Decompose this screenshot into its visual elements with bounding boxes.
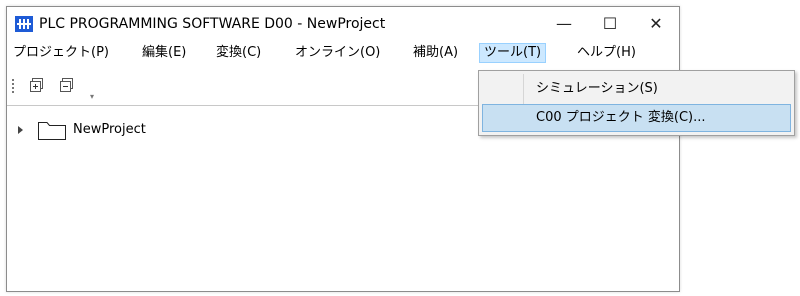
menu-convert[interactable]: 変換(C)	[212, 43, 265, 63]
toolbar-grip[interactable]	[12, 79, 14, 93]
menu-assist[interactable]: 補助(A)	[409, 43, 462, 63]
app-icon	[15, 16, 33, 32]
folder-icon	[37, 121, 67, 141]
menu-tools[interactable]: ツール(T)	[479, 43, 547, 63]
menu-help[interactable]: ヘルプ(H)	[573, 43, 640, 63]
minimize-button[interactable]: —	[541, 7, 587, 41]
menu-bar: プロジェクト(P) 編集(E) 変換(C) オンライン(O) 補助(A) ツール…	[7, 41, 679, 65]
expand-all-icon[interactable]	[29, 77, 45, 93]
menu-edit[interactable]: 編集(E)	[138, 43, 190, 63]
tools-dropdown-menu: シミュレーション(S) C00 プロジェクト 変換(C)...	[478, 70, 795, 136]
menu-item-c00-project-convert[interactable]: C00 プロジェクト 変換(C)...	[482, 104, 791, 132]
title-bar[interactable]: PLC PROGRAMMING SOFTWARE D00 - NewProjec…	[7, 7, 679, 41]
main-window: PLC PROGRAMMING SOFTWARE D00 - NewProjec…	[6, 6, 680, 292]
menu-online[interactable]: オンライン(O)	[291, 43, 384, 63]
expand-arrow-icon[interactable]	[18, 126, 23, 134]
window-title: PLC PROGRAMMING SOFTWARE D00 - NewProjec…	[39, 16, 386, 32]
close-button[interactable]: ✕	[633, 7, 679, 41]
toolbar-overflow-icon[interactable]: ▾	[90, 93, 94, 101]
collapse-all-icon[interactable]	[59, 77, 75, 93]
menu-project[interactable]: プロジェクト(P)	[9, 43, 113, 63]
maximize-button[interactable]: ☐	[587, 7, 633, 41]
tree-item-label: NewProject	[73, 122, 146, 137]
menu-item-simulation[interactable]: シミュレーション(S)	[482, 75, 791, 103]
